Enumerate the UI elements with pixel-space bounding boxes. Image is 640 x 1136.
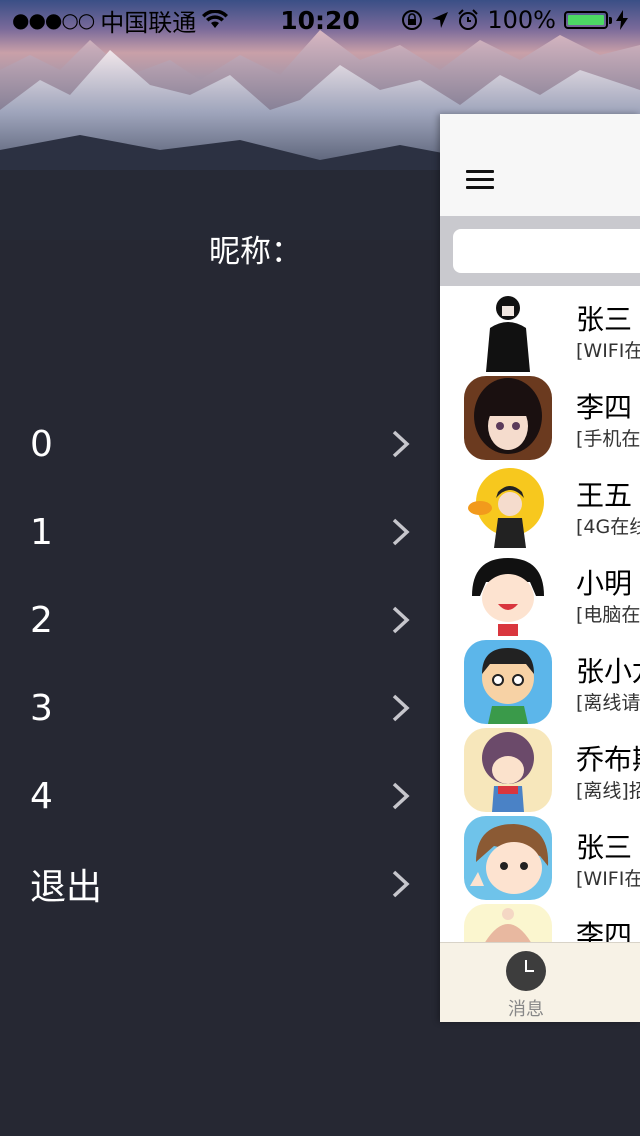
battery-level-fill xyxy=(568,15,604,25)
menu-item-label: 1 xyxy=(30,511,53,553)
avatar-cartoon-girl xyxy=(464,552,552,636)
search-bar xyxy=(440,216,640,286)
avatar-curly-girl xyxy=(464,728,552,812)
contact-status: [离线]招 xyxy=(576,780,640,802)
avatar-black-hoodie xyxy=(464,288,552,372)
contact-name: 李四 xyxy=(576,391,633,424)
contact-status: [4G在线 xyxy=(576,516,640,538)
contact-list[interactable]: 张三 [WIFI在 李四 [手机在 王五 [4G在线 小明 [电脑在 张小 [离… xyxy=(440,286,640,942)
contact-status: [WIFI在 xyxy=(576,340,640,362)
contact-row[interactable]: 李四 [手机在 xyxy=(440,374,640,462)
navigation-bar xyxy=(440,114,640,217)
contact-name: 李四 xyxy=(576,919,633,942)
menu-item-2[interactable]: 2 xyxy=(0,576,440,664)
clock-icon xyxy=(506,951,546,991)
nickname-label: 昵称： xyxy=(209,234,302,270)
contact-row[interactable]: 乔布斯 [离线]招 xyxy=(440,726,640,814)
charging-bolt-icon xyxy=(616,10,628,30)
chevron-right-icon xyxy=(392,870,410,898)
avatar-hat-girl xyxy=(464,904,552,942)
tab-messages[interactable]: 消息 xyxy=(496,951,556,1021)
menu-item-label: 4 xyxy=(30,775,53,817)
contact-row[interactable]: 张三 [WIFI在 xyxy=(440,814,640,902)
menu-item-1[interactable]: 1 xyxy=(0,488,440,576)
tab-bar: 消息 xyxy=(440,942,640,1022)
menu-item-label: 3 xyxy=(30,687,53,729)
battery-percentage: 100% xyxy=(487,6,556,34)
chevron-right-icon xyxy=(392,430,410,458)
contact-row[interactable]: 李四 xyxy=(440,902,640,942)
contact-name: 小明 xyxy=(576,567,633,600)
alarm-clock-icon xyxy=(458,9,479,30)
contact-name: 王五 xyxy=(576,479,633,512)
avatar-yellow-duck xyxy=(464,464,552,548)
contact-row[interactable]: 小明 [电脑在 xyxy=(440,550,640,638)
contact-name: 张小龙 xyxy=(576,655,640,688)
contact-name: 乔布斯 xyxy=(576,743,640,776)
tab-label: 消息 xyxy=(508,999,544,1020)
menu-item-3[interactable]: 3 xyxy=(0,664,440,752)
chevron-right-icon xyxy=(392,782,410,810)
contact-status: [电脑在 xyxy=(576,604,640,626)
menu-item-4[interactable]: 4 xyxy=(0,752,440,840)
battery-icon xyxy=(564,11,612,29)
drawer-menu: 0 1 2 3 4 退出 xyxy=(0,400,440,928)
menu-item-label: 2 xyxy=(30,599,53,641)
contact-row[interactable]: 王五 [4G在线 xyxy=(440,462,640,550)
contact-status: [手机在 xyxy=(576,428,640,450)
menu-item-label: 退出 xyxy=(30,867,103,908)
chevron-right-icon xyxy=(392,694,410,722)
chevron-right-icon xyxy=(392,518,410,546)
menu-item-logout[interactable]: 退出 xyxy=(0,840,440,928)
status-bar: ●●●○○ 中国联通 10:20 100% xyxy=(0,0,640,40)
contact-status: [离线请 xyxy=(576,692,640,714)
chevron-right-icon xyxy=(392,606,410,634)
hamburger-menu-icon[interactable] xyxy=(466,170,494,192)
avatar-cartoon-boy xyxy=(464,640,552,724)
contact-name: 张三 xyxy=(576,831,633,864)
contact-row[interactable]: 张三 [WIFI在 xyxy=(440,286,640,374)
avatar-anime-girl xyxy=(464,376,552,460)
menu-item-label: 0 xyxy=(30,423,53,465)
contact-status: [WIFI在 xyxy=(576,868,640,890)
contact-name: 张三 xyxy=(576,303,633,336)
search-input[interactable] xyxy=(453,229,640,273)
contact-row[interactable]: 张小龙 [离线请 xyxy=(440,638,640,726)
main-panel[interactable]: 张三 [WIFI在 李四 [手机在 王五 [4G在线 小明 [电脑在 张小 [离… xyxy=(440,114,640,1022)
location-arrow-icon xyxy=(432,12,449,28)
rotation-lock-icon xyxy=(402,10,423,30)
menu-item-0[interactable]: 0 xyxy=(0,400,440,488)
avatar-peace-girl xyxy=(464,816,552,900)
